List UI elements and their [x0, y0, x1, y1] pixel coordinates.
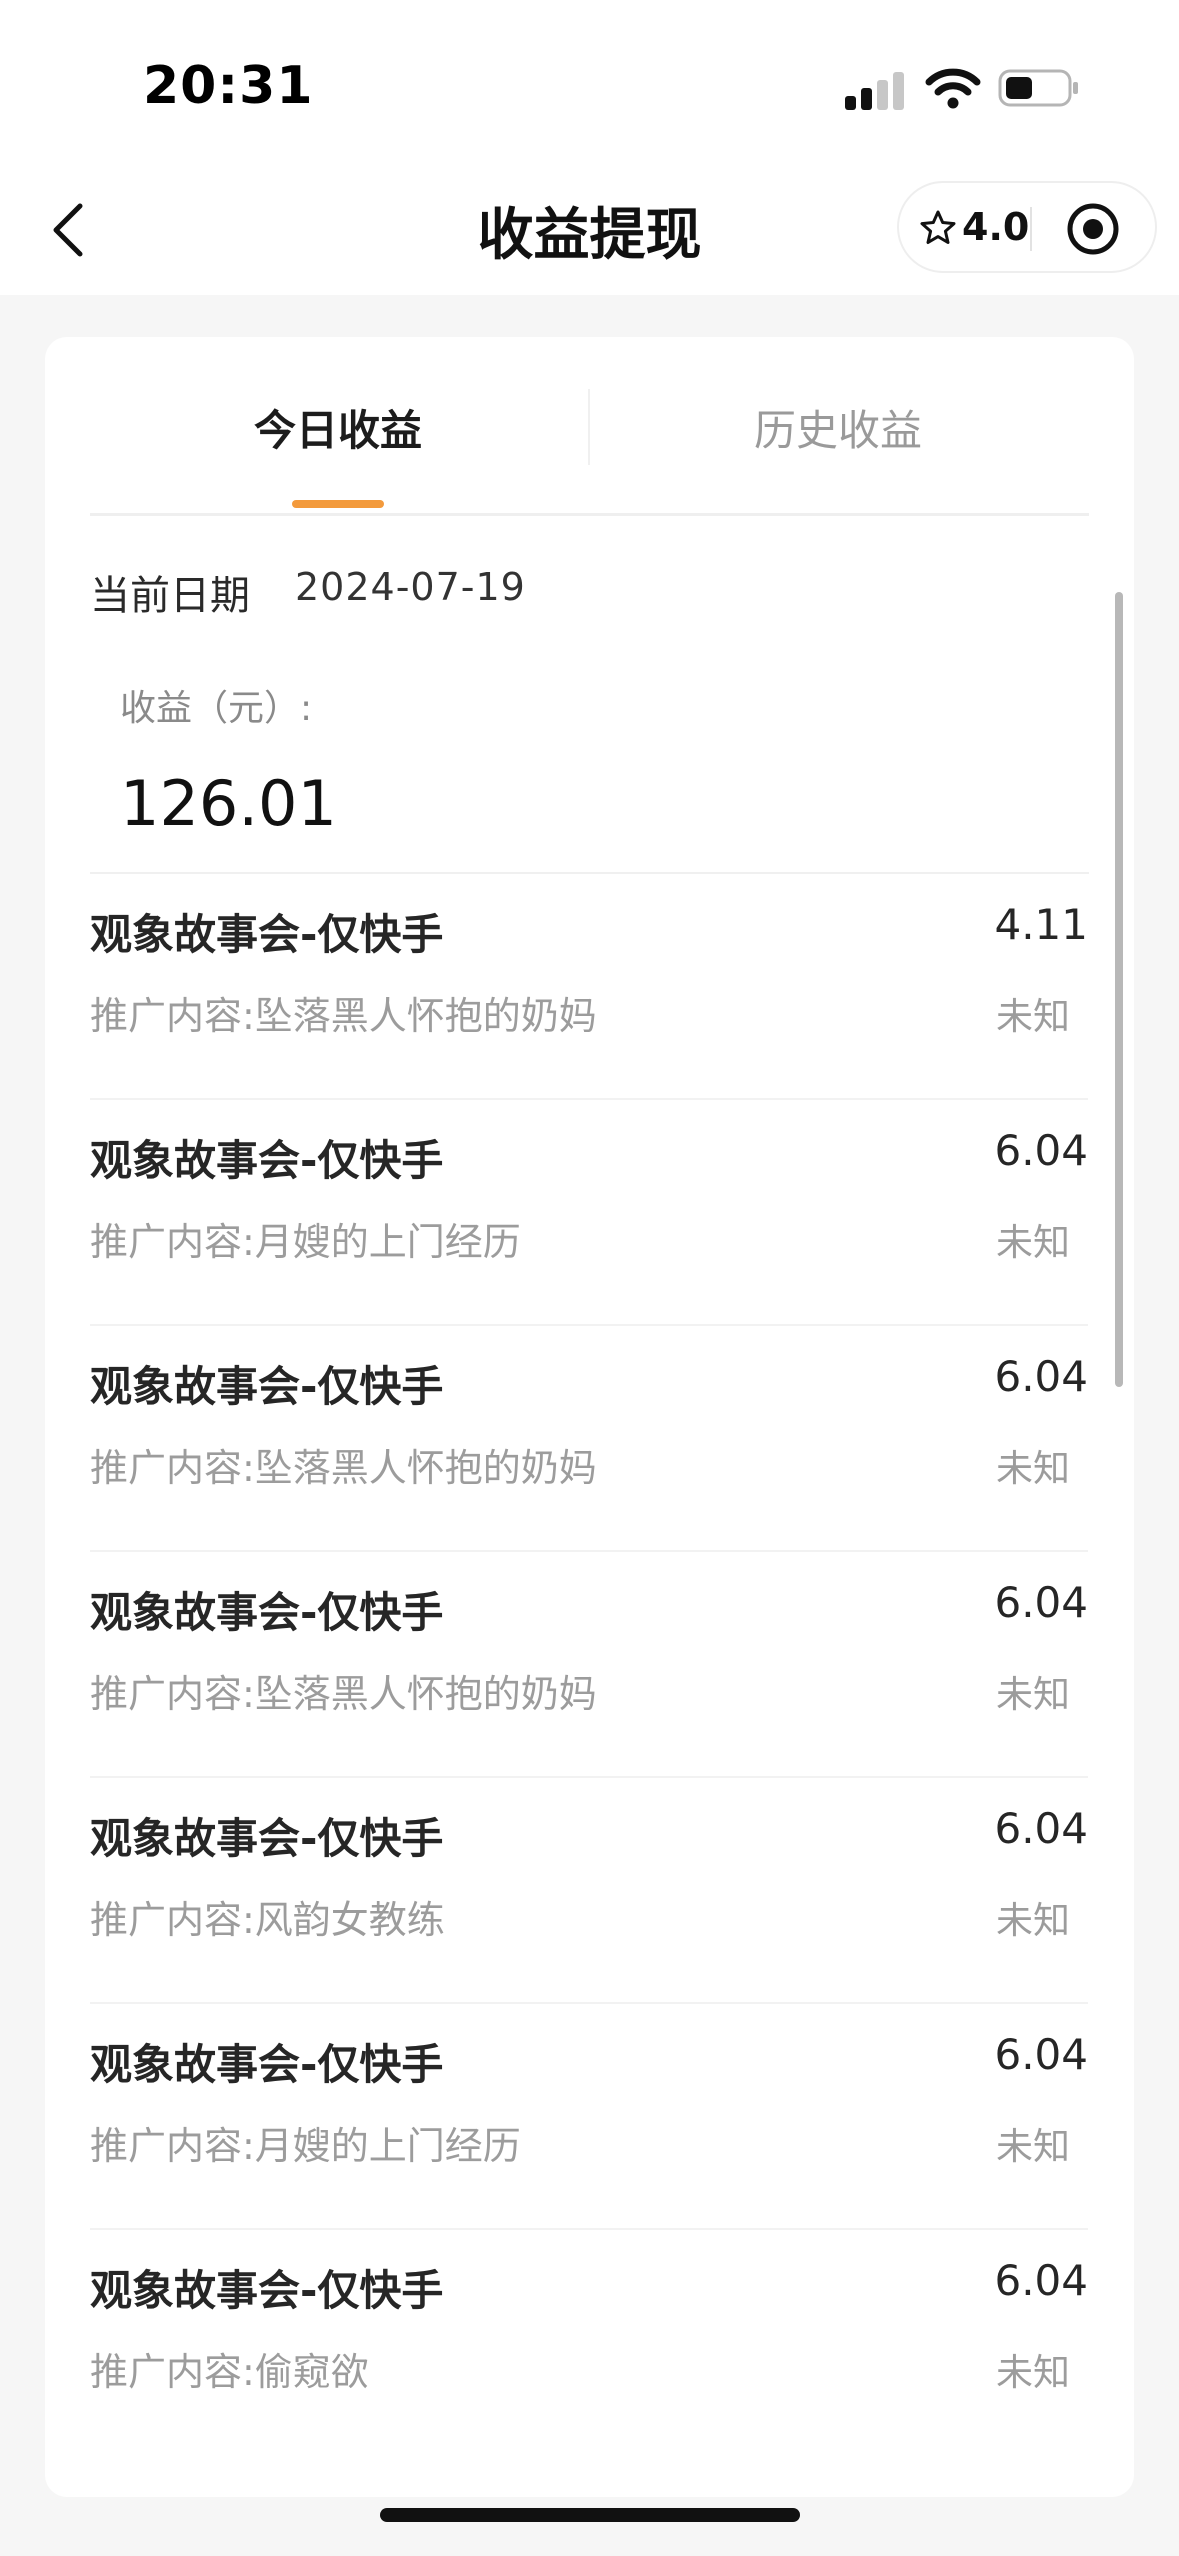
- date-label: 当前日期: [90, 573, 250, 619]
- item-status: 未知: [996, 995, 1070, 1038]
- earnings-amount: 126.01: [120, 767, 337, 840]
- item-subtitle: 推广内容:坠落黑人怀抱的奶妈: [90, 1446, 597, 1490]
- mini-program-capsule: 4.0: [897, 181, 1157, 273]
- list-item[interactable]: 观象故事会-仅快手 4.11 推广内容:坠落黑人怀抱的奶妈 未知: [90, 874, 1088, 1100]
- nav-bar: 收益提现 4.0: [0, 160, 1179, 295]
- scrollbar[interactable]: [1115, 592, 1123, 1387]
- list-item[interactable]: 观象故事会-仅快手 6.04 推广内容:风韵女教练 未知: [90, 1778, 1088, 2004]
- item-amount: 6.04: [994, 1352, 1088, 1401]
- rating-value[interactable]: 4.0: [962, 205, 1029, 249]
- item-title: 观象故事会-仅快手: [90, 1362, 444, 1411]
- item-title: 观象故事会-仅快手: [90, 1814, 444, 1863]
- item-title: 观象故事会-仅快手: [90, 2040, 444, 2089]
- status-bar: 20:31: [0, 0, 1179, 160]
- wifi-icon: [925, 68, 981, 109]
- item-title: 观象故事会-仅快手: [90, 910, 444, 959]
- item-subtitle: 推广内容:坠落黑人怀抱的奶妈: [90, 994, 597, 1038]
- item-status: 未知: [996, 1447, 1070, 1490]
- tabs-divider: [90, 513, 1089, 516]
- item-subtitle: 推广内容:风韵女教练: [90, 1898, 445, 1942]
- list-item[interactable]: 观象故事会-仅快手 6.04 推广内容:月嫂的上门经历 未知: [90, 2004, 1088, 2230]
- battery-icon: [998, 69, 1078, 107]
- item-subtitle: 推广内容:坠落黑人怀抱的奶妈: [90, 1672, 597, 1716]
- tab-separator: [588, 389, 590, 465]
- item-amount: 4.11: [994, 900, 1088, 949]
- item-status: 未知: [996, 2351, 1070, 2394]
- item-title: 观象故事会-仅快手: [90, 1136, 444, 1185]
- cellular-signal-icon: [845, 72, 904, 110]
- list-item[interactable]: 观象故事会-仅快手 6.04 推广内容:月嫂的上门经历 未知: [90, 1100, 1088, 1326]
- item-status: 未知: [996, 1899, 1070, 1942]
- tab-today-earnings[interactable]: 今日收益: [138, 397, 538, 458]
- list-item[interactable]: 观象故事会-仅快手 6.04 推广内容:坠落黑人怀抱的奶妈 未知: [90, 1552, 1088, 1778]
- item-title: 观象故事会-仅快手: [90, 1588, 444, 1637]
- tab-history-earnings[interactable]: 历史收益: [638, 397, 1038, 458]
- item-subtitle: 推广内容:月嫂的上门经历: [90, 2124, 521, 2168]
- earnings-label: 收益（元）:: [120, 688, 313, 729]
- item-status: 未知: [996, 2125, 1070, 2168]
- date-value: 2024-07-19: [295, 565, 526, 609]
- item-amount: 6.04: [994, 1126, 1088, 1175]
- star-outline-icon[interactable]: [919, 209, 957, 247]
- capsule-divider: [1030, 207, 1032, 251]
- item-status: 未知: [996, 1673, 1070, 1716]
- item-subtitle: 推广内容:偷窥欲: [90, 2350, 369, 2394]
- item-subtitle: 推广内容:月嫂的上门经历: [90, 1220, 521, 1264]
- home-indicator[interactable]: [380, 2508, 800, 2522]
- list-item[interactable]: 观象故事会-仅快手 6.04 推广内容:坠落黑人怀抱的奶妈 未知: [90, 1326, 1088, 1552]
- earnings-card: 今日收益 历史收益 当前日期 2024-07-19 收益（元）: 126.01 …: [45, 337, 1134, 2497]
- list-item[interactable]: 观象故事会-仅快手 6.04 推广内容:偷窥欲 未知: [90, 2230, 1088, 2456]
- item-status: 未知: [996, 1221, 1070, 1264]
- item-amount: 6.04: [994, 1578, 1088, 1627]
- active-tab-indicator: [292, 500, 384, 508]
- item-amount: 6.04: [994, 2256, 1088, 2305]
- target-icon[interactable]: [1065, 201, 1121, 257]
- item-amount: 6.04: [994, 2030, 1088, 2079]
- item-title: 观象故事会-仅快手: [90, 2266, 444, 2315]
- status-time: 20:31: [143, 56, 314, 116]
- item-amount: 6.04: [994, 1804, 1088, 1853]
